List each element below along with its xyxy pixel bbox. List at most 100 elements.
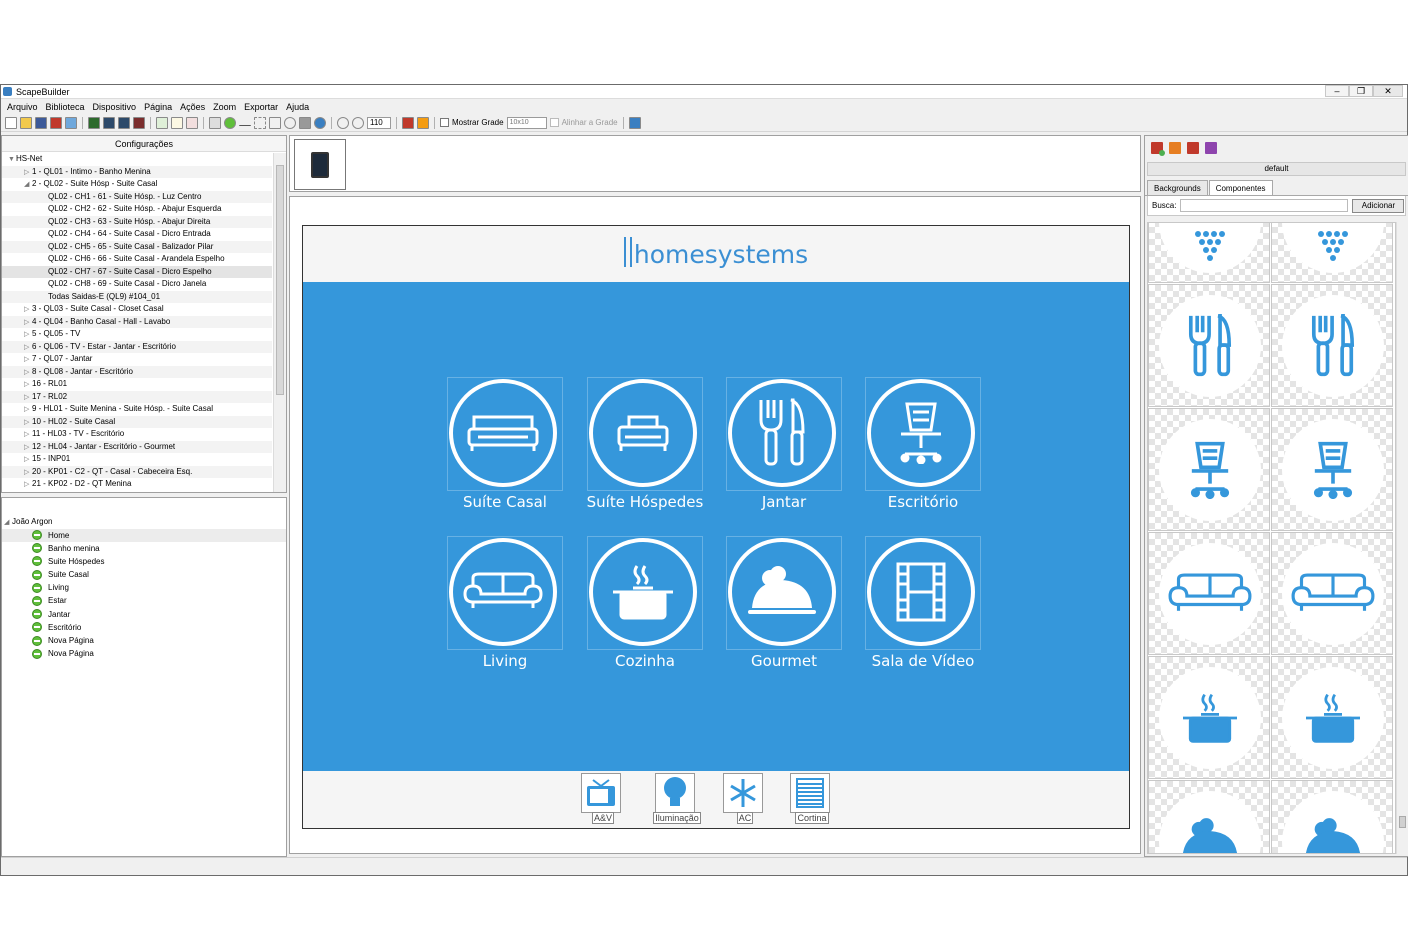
tile-sala-de-video[interactable]: Sala de Vídeo: [863, 536, 1003, 676]
menu-zoom[interactable]: Zoom: [213, 102, 236, 112]
component-item[interactable]: [1271, 223, 1393, 283]
nav-ac-button[interactable]: AC: [723, 773, 765, 825]
add-library-icon[interactable]: [1151, 142, 1165, 156]
zoom-in-icon[interactable]: [352, 116, 364, 129]
close-button[interactable]: ✕: [1373, 85, 1403, 97]
tree-row[interactable]: ▷ 21 - KP02 - D2 - QT Menina: [2, 478, 272, 491]
page-item[interactable]: Nova Página: [2, 647, 286, 660]
component-item[interactable]: [1271, 656, 1393, 779]
page-item[interactable]: Escritório: [2, 621, 286, 634]
style-name[interactable]: default: [1147, 162, 1406, 176]
open-folder-icon[interactable]: [20, 116, 32, 129]
tree-row[interactable]: QL02 - CH4 - 64 - Suite Casal - Dicro En…: [2, 228, 272, 241]
config-scrollbar[interactable]: [273, 153, 286, 492]
tree-row[interactable]: QL02 - CH8 - 69 - Suite Casal - Dicro Ja…: [2, 278, 272, 291]
maximize-button[interactable]: ❐: [1349, 85, 1373, 97]
tree-row[interactable]: ▷ 4 - QL04 - Banho Casal - Hall - Lavabo: [2, 315, 272, 328]
page-item[interactable]: Banho menina: [2, 542, 286, 555]
tab-componentes[interactable]: Componentes: [1208, 180, 1273, 195]
expand-arrow-icon[interactable]: ▷: [24, 479, 32, 492]
component-item[interactable]: [1271, 780, 1393, 853]
tree-row[interactable]: ▼HS-Net: [2, 153, 272, 166]
component-item[interactable]: [1271, 284, 1393, 407]
component-scrollbar[interactable]: [1396, 222, 1408, 854]
menu-ajuda[interactable]: Ajuda: [286, 102, 309, 112]
tile-suite-casal[interactable]: Suíte Casal: [445, 377, 585, 517]
library-icon[interactable]: [402, 116, 414, 129]
monitor-icon[interactable]: [628, 116, 641, 129]
page-item[interactable]: Estar: [2, 594, 286, 607]
search-input[interactable]: [1180, 199, 1349, 212]
menu-pagina[interactable]: Página: [144, 102, 172, 112]
page-item[interactable]: Living: [2, 581, 286, 594]
nav-av-button[interactable]: A&V: [581, 773, 623, 825]
edit-library-icon[interactable]: [1169, 142, 1181, 154]
component-item[interactable]: [1148, 284, 1270, 407]
align-grid-checkbox[interactable]: [549, 118, 559, 127]
tree-row[interactable]: QL02 - CH3 - 63 - Suite Hósp. - Abajur D…: [2, 215, 272, 228]
nav-curtain-button[interactable]: Cortina: [790, 773, 832, 825]
tree-row[interactable]: ▷ 8 - QL08 - Jantar - Escritório: [2, 365, 272, 378]
minimize-button[interactable]: –: [1325, 85, 1349, 97]
design-canvas[interactable]: homesystems Suíte Casal Suíte Hóspedes J…: [289, 196, 1141, 854]
tree-row[interactable]: ▷ 5 - QL05 - TV: [2, 328, 272, 341]
circle-icon[interactable]: [284, 116, 296, 129]
delete-icon[interactable]: [133, 116, 145, 129]
copy-icon[interactable]: [118, 116, 130, 129]
pages-root[interactable]: ◢ João Argon: [2, 516, 286, 529]
page-item[interactable]: Nova Página: [2, 634, 286, 647]
rectangle-icon[interactable]: [299, 116, 311, 129]
page-item[interactable]: Jantar: [2, 608, 286, 621]
tab-backgrounds[interactable]: Backgrounds: [1147, 180, 1208, 195]
tree-row[interactable]: ▷ 10 - HL02 - Suite Casal: [2, 415, 272, 428]
page-item[interactable]: Home: [2, 528, 286, 542]
remove-page-icon[interactable]: [186, 116, 198, 129]
menu-dispositivo[interactable]: Dispositivo: [93, 102, 137, 112]
grid-size-select[interactable]: 10x10: [506, 116, 547, 129]
menu-acoes[interactable]: Ações: [180, 102, 205, 112]
add-button[interactable]: Adicionar: [1352, 198, 1405, 213]
tree-row[interactable]: ▷ 1 - QL01 - Intimo - Banho Menina: [2, 165, 272, 178]
tree-row[interactable]: QL02 - CH2 - 62 - Suite Hósp. - Abajur E…: [2, 203, 272, 216]
save-icon[interactable]: [35, 116, 47, 129]
tree-row[interactable]: ▷ 6 - QL06 - TV - Estar - Jantar - Escrit…: [2, 340, 272, 353]
print-icon[interactable]: [50, 116, 62, 129]
gear-icon[interactable]: [314, 116, 326, 129]
text-icon[interactable]: [269, 116, 281, 129]
tile-escritorio[interactable]: Escritório: [863, 377, 1003, 517]
nav-lighting-button[interactable]: Iluminação: [653, 773, 701, 825]
tree-row[interactable]: QL02 - CH6 - 66 - Suite Casal - Arandela…: [2, 253, 272, 266]
menu-exportar[interactable]: Exportar: [244, 102, 278, 112]
tree-row[interactable]: ▷ 20 - KP01 - C2 - QT - Casal - Cabeceira…: [2, 465, 272, 478]
page-item[interactable]: Suite Hóspedes: [2, 555, 286, 568]
scrollbar-thumb[interactable]: [276, 165, 284, 395]
menu-biblioteca[interactable]: Biblioteca: [46, 102, 85, 112]
tree-row[interactable]: ▷ 12 - HL04 - Jantar - Escritório - Gourm…: [2, 440, 272, 453]
new-file-icon[interactable]: [5, 116, 17, 129]
remove-library-icon[interactable]: [1187, 142, 1199, 154]
device-thumbnail[interactable]: [294, 139, 346, 190]
tree-row[interactable]: QL02 - CH1 - 61 - Suite Hósp. - Luz Cent…: [2, 190, 272, 203]
line-icon[interactable]: [239, 120, 251, 126]
export-icon[interactable]: [88, 116, 100, 129]
tree-row[interactable]: ▷ 9 - HL01 - Suite Menina - Suite Hósp. -…: [2, 403, 272, 416]
toggle-icon[interactable]: [224, 116, 236, 129]
tree-row-selected[interactable]: QL02 - CH7 - 67 - Suite Casal - Dicro Es…: [2, 265, 272, 278]
edit-page-icon[interactable]: [171, 116, 183, 129]
tile-living[interactable]: Living: [445, 536, 585, 676]
component-item[interactable]: [1148, 223, 1270, 283]
preview-icon[interactable]: [65, 116, 77, 129]
import-icon[interactable]: [103, 116, 115, 129]
component-item[interactable]: [1148, 780, 1270, 853]
tree-row[interactable]: ▷ 11 - HL03 - TV - Escritório: [2, 428, 272, 441]
tree-row[interactable]: Todas Saidas-E (QL9) #104_01: [2, 290, 272, 303]
tree-row[interactable]: ◢ 2 - QL02 - Suite Hósp - Suite Casal: [2, 178, 272, 191]
component-item[interactable]: [1271, 532, 1393, 655]
zoom-input[interactable]: 110: [367, 116, 391, 129]
scrollbar-thumb[interactable]: [1399, 816, 1406, 828]
menu-arquivo[interactable]: Arquivo: [7, 102, 38, 112]
tree-row[interactable]: ▷ 3 - QL03 - Suite Casal - Closet Casal: [2, 303, 272, 316]
settings-library-icon[interactable]: [1205, 142, 1217, 154]
component-item[interactable]: [1148, 656, 1270, 779]
show-grid-checkbox[interactable]: [440, 118, 449, 127]
